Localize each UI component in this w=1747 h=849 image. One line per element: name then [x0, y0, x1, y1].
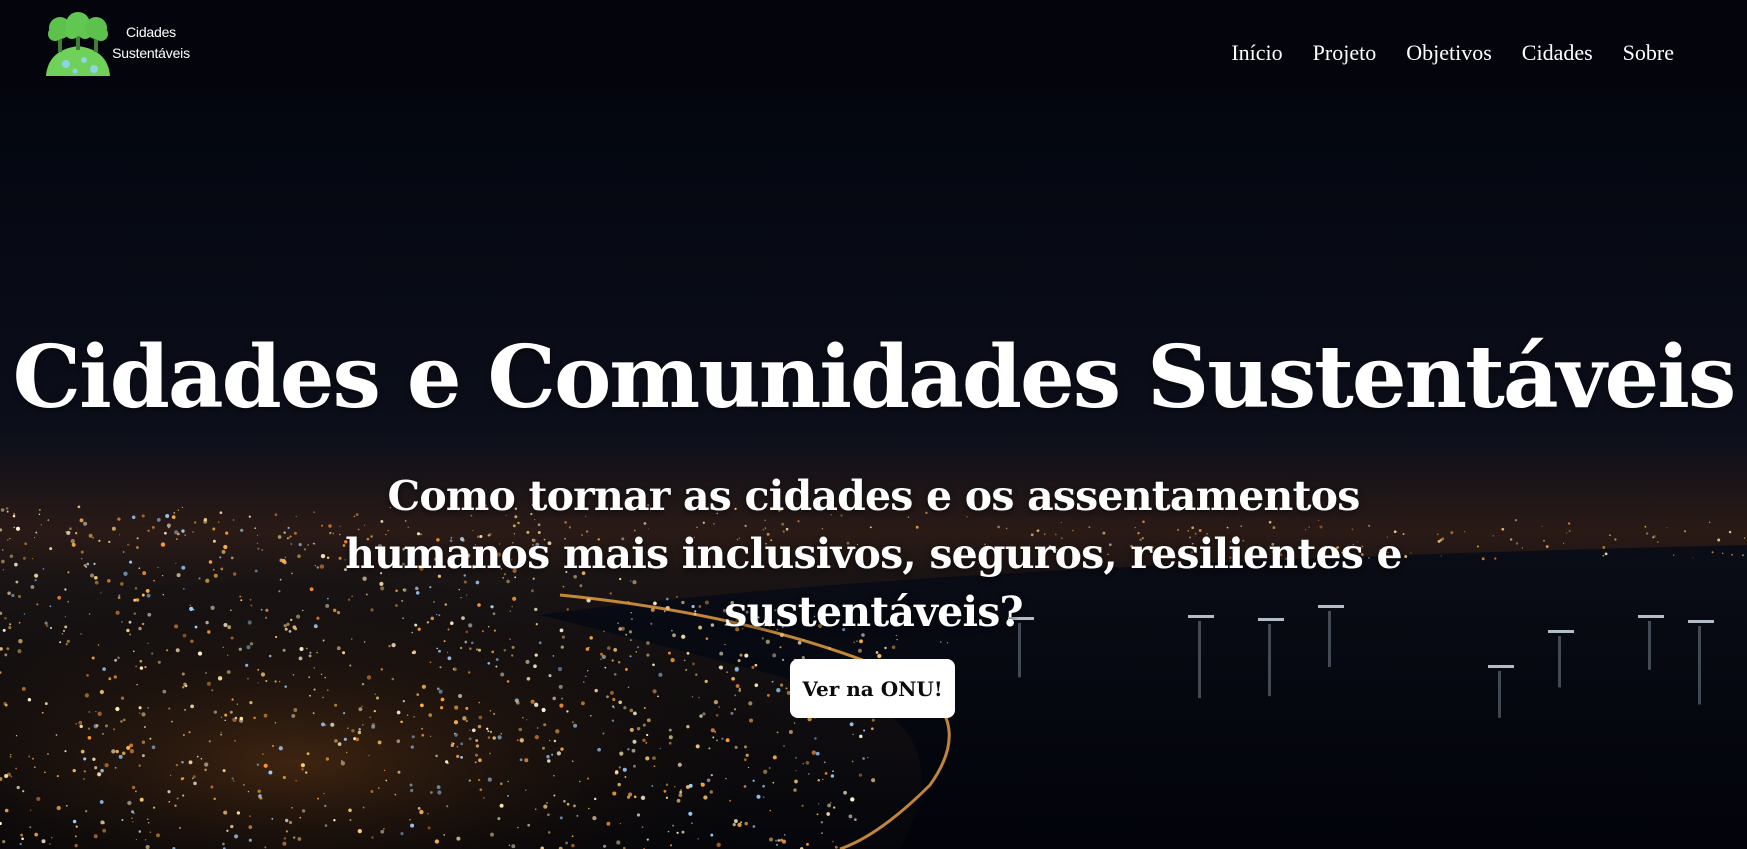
main-nav: Início Projeto Objetivos Cidades Sobre [1231, 38, 1674, 68]
nav-link-projeto[interactable]: Projeto [1313, 38, 1377, 68]
tree-globe-icon [46, 12, 110, 76]
nav-link-objetivos[interactable]: Objetivos [1406, 38, 1492, 68]
hero-subtitle: Como tornar as cidades e os assentamento… [345, 472, 1402, 636]
logo-text-line2: Sustentáveis [112, 45, 190, 61]
site-header: Cidades Sustentáveis Início Projeto Obje… [0, 0, 1747, 95]
hero-title: Cidades e Comunidades Sustentáveis [12, 327, 1737, 428]
nav-link-inicio[interactable]: Início [1231, 38, 1282, 68]
logo-text-line1: Cidades [126, 24, 176, 40]
logo-text: Cidades Sustentáveis [108, 22, 194, 64]
site-logo[interactable]: Cidades Sustentáveis [44, 12, 194, 76]
nav-link-cidades[interactable]: Cidades [1522, 38, 1593, 68]
view-on-un-button[interactable]: Ver na ONU! [790, 659, 955, 718]
hero-section: Cidades e Comunidades Sustentáveis Como … [0, 95, 1747, 849]
nav-link-sobre[interactable]: Sobre [1623, 38, 1674, 68]
